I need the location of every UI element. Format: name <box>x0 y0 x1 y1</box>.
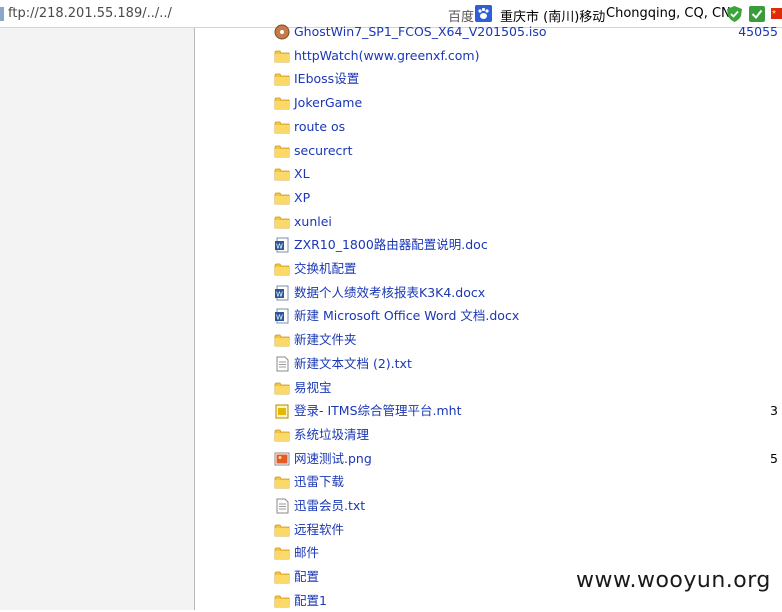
disc-image-icon <box>274 24 290 40</box>
file-row[interactable]: 迅雷下载 <box>270 472 782 492</box>
folder-icon <box>274 190 290 206</box>
file-name-link[interactable]: 配置 <box>294 569 319 585</box>
word-document-icon: W <box>274 237 290 253</box>
folder-icon <box>274 545 290 561</box>
file-name-link[interactable]: ZXR10_1800路由器配置说明.doc <box>294 237 488 253</box>
folder-icon <box>274 522 290 538</box>
file-row[interactable]: 系统垃圾清理 <box>270 425 782 445</box>
file-row[interactable]: 易视宝 <box>270 378 782 398</box>
file-name-link[interactable]: securecrt <box>294 143 352 159</box>
file-row[interactable]: GhostWin7_SP1_FCOS_X64_V201505.iso 45055 <box>270 22 782 42</box>
folder-icon <box>274 593 290 609</box>
file-name-link[interactable]: 网速测试.png <box>294 451 372 467</box>
watermark: www.wooyun.org <box>576 568 771 593</box>
file-size: 5 <box>770 450 778 466</box>
text-file-icon <box>274 356 290 372</box>
folder-icon <box>274 474 290 490</box>
baidu-paw-icon[interactable] <box>475 5 492 22</box>
folder-icon <box>274 261 290 277</box>
file-row[interactable]: XL <box>270 164 782 184</box>
svg-text:W: W <box>276 243 283 251</box>
folder-icon <box>274 71 290 87</box>
file-name-link[interactable]: 登录- ITMS综合管理平台.mht <box>294 403 462 419</box>
file-row[interactable]: JokerGame <box>270 93 782 113</box>
file-row[interactable]: 登录- ITMS综合管理平台.mht 3 <box>270 401 782 421</box>
file-row[interactable]: httpWatch(www.greenxf.com) <box>270 46 782 66</box>
file-name-link[interactable]: 新建文本文档 (2).txt <box>294 356 412 372</box>
folder-icon <box>274 214 290 230</box>
shield-icon[interactable] <box>727 6 742 22</box>
folder-icon <box>274 427 290 443</box>
file-name-link[interactable]: 邮件 <box>294 545 319 561</box>
file-name-link[interactable]: 配置1 <box>294 593 327 609</box>
file-name-link[interactable]: GhostWin7_SP1_FCOS_X64_V201505.iso <box>294 24 547 40</box>
file-name-link[interactable]: xunlei <box>294 214 332 230</box>
folder-icon <box>274 48 290 64</box>
file-row[interactable]: IEboss设置 <box>270 69 782 89</box>
text-file-icon <box>274 498 290 514</box>
folder-icon <box>274 332 290 348</box>
file-row[interactable]: W 新建 Microsoft Office Word 文档.docx <box>270 306 782 326</box>
file-row[interactable]: 新建文本文档 (2).txt <box>270 354 782 374</box>
file-name-link[interactable]: 易视宝 <box>294 380 332 396</box>
file-name-link[interactable]: IEboss设置 <box>294 71 359 87</box>
file-size: 3 <box>770 403 778 419</box>
file-row[interactable]: 邮件 <box>270 543 782 563</box>
file-name-link[interactable]: 迅雷下载 <box>294 474 344 490</box>
china-flag-icon <box>771 8 782 19</box>
file-name-link[interactable]: 交换机配置 <box>294 261 357 277</box>
ip-location-en: Chongqing, CQ, CN <box>606 6 731 21</box>
image-file-icon <box>274 451 290 467</box>
file-size: 45055 <box>738 24 778 39</box>
file-name-link[interactable]: 数据个人绩效考核报表K3K4.docx <box>294 285 485 301</box>
folder-icon <box>274 380 290 396</box>
url-text[interactable]: ftp://218.201.55.189/../../ <box>8 6 172 21</box>
file-row[interactable]: W ZXR10_1800路由器配置说明.doc <box>270 235 782 255</box>
file-name-link[interactable]: XP <box>294 190 310 206</box>
folder-icon <box>274 95 290 111</box>
folder-icon <box>274 119 290 135</box>
file-row[interactable]: 迅雷会员.txt <box>270 496 782 516</box>
file-row[interactable]: route os <box>270 117 782 137</box>
file-row[interactable]: XP <box>270 188 782 208</box>
mht-file-icon <box>274 403 290 419</box>
check-icon[interactable] <box>749 6 765 22</box>
svg-text:W: W <box>276 314 283 322</box>
folder-icon <box>274 166 290 182</box>
file-name-link[interactable]: 新建文件夹 <box>294 332 357 348</box>
file-row[interactable]: xunlei <box>270 212 782 232</box>
word-document-icon: W <box>274 308 290 324</box>
word-document-icon: W <box>274 285 290 301</box>
page-icon <box>0 7 4 21</box>
file-name-link[interactable]: httpWatch(www.greenxf.com) <box>294 48 480 64</box>
file-name-link[interactable]: JokerGame <box>294 95 362 111</box>
file-name-link[interactable]: route os <box>294 119 345 135</box>
svg-text:W: W <box>276 290 283 298</box>
folder-icon <box>274 569 290 585</box>
folder-icon <box>274 143 290 159</box>
file-row[interactable]: W 数据个人绩效考核报表K3K4.docx <box>270 283 782 303</box>
file-row[interactable]: 配置1 <box>270 591 782 611</box>
file-row[interactable]: 交换机配置 <box>270 259 782 279</box>
file-name-link[interactable]: XL <box>294 166 310 182</box>
left-pane <box>0 28 195 610</box>
file-row[interactable]: securecrt <box>270 141 782 161</box>
file-row[interactable]: 新建文件夹 <box>270 330 782 350</box>
file-name-link[interactable]: 迅雷会员.txt <box>294 498 365 514</box>
file-name-link[interactable]: 系统垃圾清理 <box>294 427 369 443</box>
file-row[interactable]: 远程软件 <box>270 520 782 540</box>
file-name-link[interactable]: 新建 Microsoft Office Word 文档.docx <box>294 308 519 324</box>
file-name-link[interactable]: 远程软件 <box>294 522 344 538</box>
file-row[interactable]: 网速测试.png 5 <box>270 449 782 469</box>
